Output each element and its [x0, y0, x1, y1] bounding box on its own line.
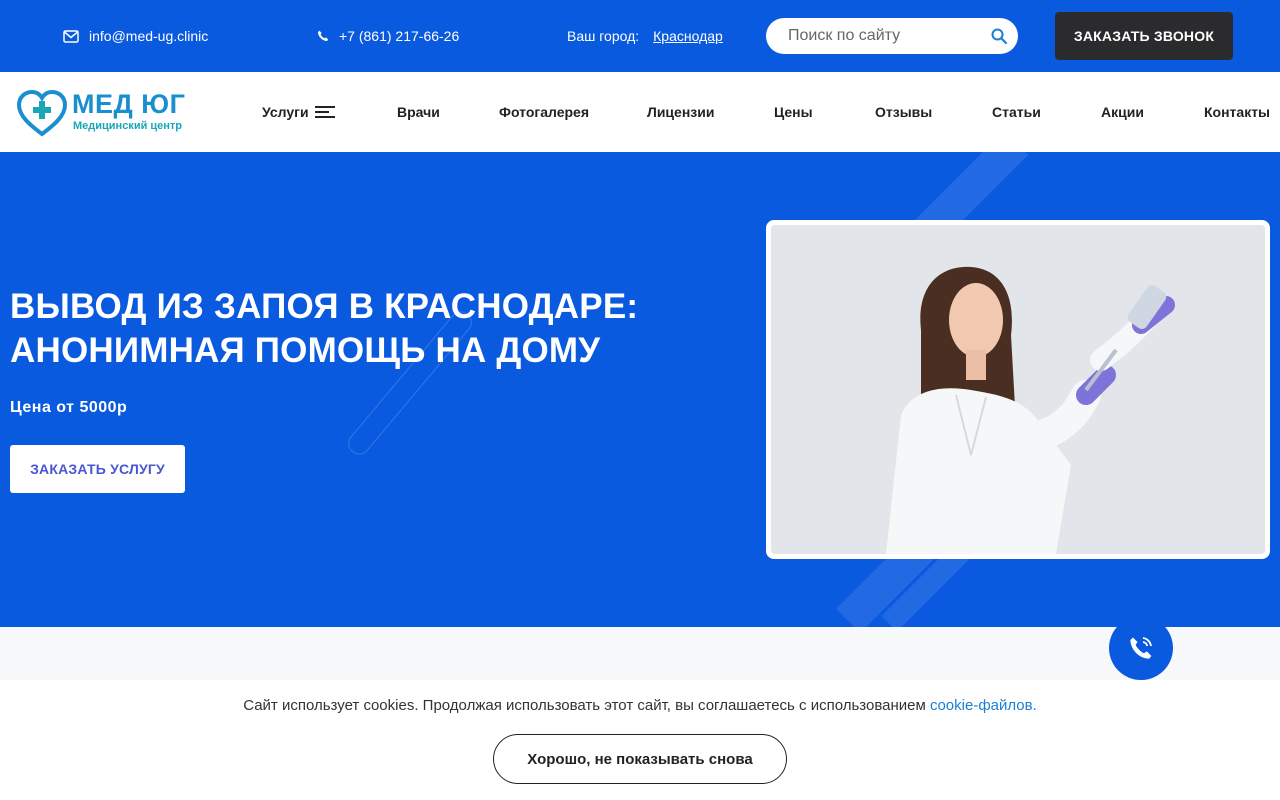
top-bar: info@med-ug.clinic +7 (861) 217-66-26 Ва… — [0, 0, 1280, 72]
email-link[interactable]: info@med-ug.clinic — [63, 26, 208, 46]
phone-icon — [318, 30, 329, 41]
email-text: info@med-ug.clinic — [89, 28, 209, 44]
order-service-button[interactable]: ЗАКАЗАТЬ УСЛУГУ — [10, 445, 185, 493]
phone-link[interactable]: +7 (861) 217-66-26 — [317, 26, 459, 46]
hero-section: ВЫВОД ИЗ ЗАПОЯ В КРАСНОДАРЕ: АНОНИМНАЯ П… — [0, 152, 1280, 627]
hero-photo-image — [771, 225, 1265, 554]
cookie-policy-link[interactable]: cookie-файлов. — [930, 697, 1037, 714]
phone-text: +7 (861) 217-66-26 — [339, 28, 460, 44]
nav-item-label: Услуги — [262, 104, 309, 120]
doctor-illustration — [771, 225, 1265, 554]
logo-brand: МЕД ЮГ — [72, 89, 186, 119]
nav-item-gallery[interactable]: Фотогалерея — [499, 103, 589, 121]
cookie-text-line: Сайт использует cookies. Продолжая испол… — [0, 697, 1280, 714]
order-call-button[interactable]: ЗАКАЗАТЬ ЗВОНОК — [1055, 12, 1233, 60]
nav-item-services[interactable]: Услуги — [262, 103, 335, 121]
cookie-banner: Сайт использует cookies. Продолжая испол… — [0, 680, 1280, 800]
nav-item-licenses[interactable]: Лицензии — [647, 103, 714, 121]
main-nav: МЕД ЮГ Медицинский центр Услуги Врачи Фо… — [0, 72, 1280, 152]
hero-title: ВЫВОД ИЗ ЗАПОЯ В КРАСНОДАРЕ: АНОНИМНАЯ П… — [10, 287, 639, 370]
search-input[interactable] — [788, 27, 978, 45]
nav-item-doctors[interactable]: Врачи — [397, 103, 440, 121]
heart-cross-logo-icon — [16, 89, 68, 137]
nav-item-contacts[interactable]: Контакты — [1204, 103, 1270, 121]
logo-subtitle: Медицинский центр — [73, 120, 183, 132]
phone-call-icon — [1130, 637, 1152, 659]
nav-item-reviews[interactable]: Отзывы — [875, 103, 932, 121]
city-link[interactable]: Краснодар — [653, 26, 723, 46]
hero-photo — [766, 220, 1270, 559]
search-icon[interactable] — [990, 27, 1008, 45]
cookie-text: Сайт использует cookies. Продолжая испол… — [243, 697, 926, 714]
city-selector: Ваш город: Краснодар — [567, 26, 723, 46]
menu-lines-icon — [314, 106, 335, 118]
nav-item-prices[interactable]: Цены — [774, 103, 813, 121]
cookie-accept-button[interactable]: Хорошо, не показывать снова — [493, 734, 787, 784]
envelope-icon — [63, 29, 79, 43]
hero-price: Цена от 5000р — [10, 399, 128, 416]
logo[interactable]: МЕД ЮГ Медицинский центр — [16, 89, 206, 137]
city-label: Ваш город: — [567, 28, 640, 44]
floating-call-button[interactable] — [1109, 616, 1173, 680]
search-box — [766, 18, 1018, 54]
nav-item-promotions[interactable]: Акции — [1101, 103, 1144, 121]
nav-item-articles[interactable]: Статьи — [992, 103, 1041, 121]
